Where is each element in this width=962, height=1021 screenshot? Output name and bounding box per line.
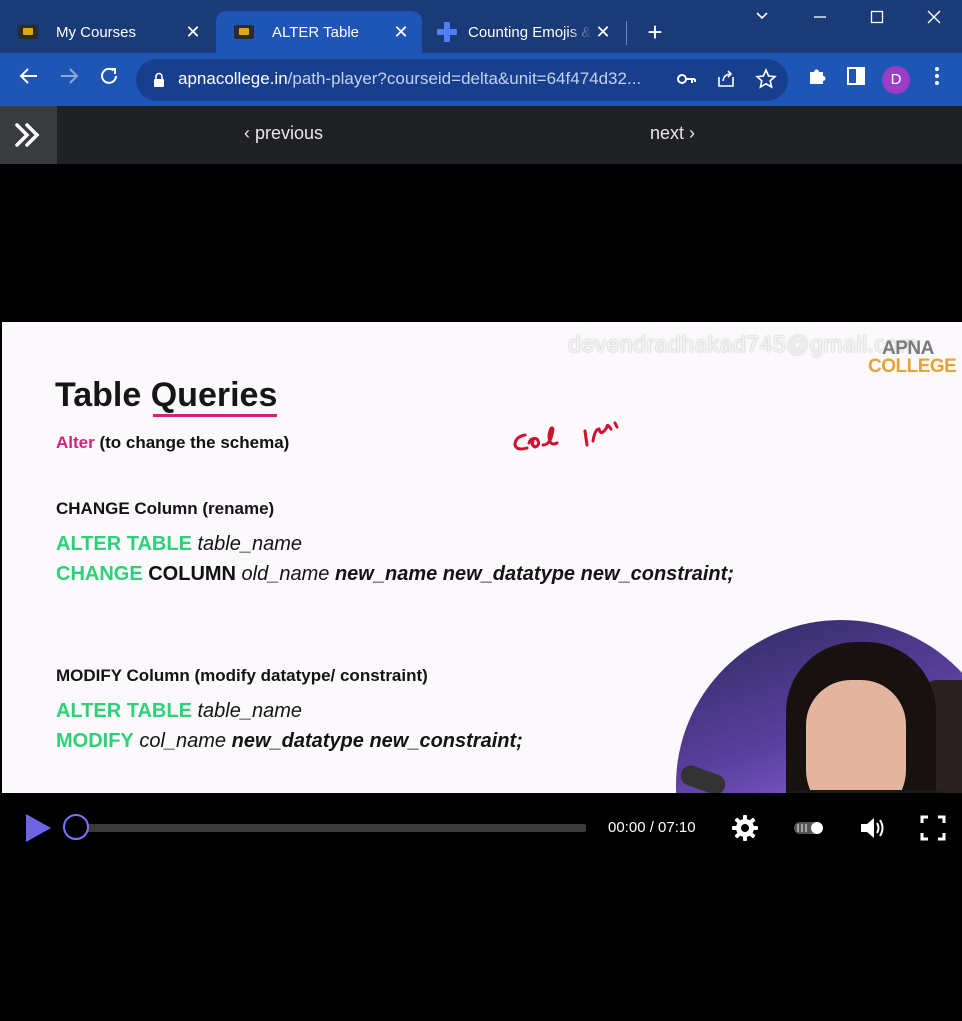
apna-college-logo-sub: COLLEGE <box>868 356 957 377</box>
profile-avatar[interactable]: D <box>882 66 910 94</box>
code-bold-italic: new_datatype new_constraint; <box>226 730 523 752</box>
tab-close-icon[interactable]: ✕ <box>592 22 614 43</box>
webcam-microphone <box>677 762 729 793</box>
code-italic: table_name <box>191 533 302 555</box>
lock-icon[interactable] <box>150 71 168 89</box>
settings-gear-icon[interactable] <box>730 813 760 843</box>
close-window-icon[interactable] <box>920 6 948 34</box>
code-italic: col_name <box>133 730 227 752</box>
code-keyword: MODIFY <box>56 730 134 752</box>
code-bold: COLUMN <box>142 563 236 585</box>
tab-counting-emojis[interactable]: Counting Emojis & ✕ <box>424 11 624 53</box>
handwritten-annotation <box>513 421 619 451</box>
tab-title: Counting Emojis & <box>468 23 592 41</box>
tab-search-icon[interactable] <box>748 6 776 34</box>
previous-link[interactable]: ‹ previous <box>244 123 323 144</box>
reload-icon[interactable] <box>94 65 124 95</box>
bookmark-star-icon[interactable] <box>754 67 778 92</box>
slide-title-plain: Table <box>55 376 151 414</box>
key-icon[interactable] <box>674 68 698 92</box>
browser-toolbar: apnacollege.in/path-player?courseid=delt… <box>0 53 962 106</box>
course-nav-bar: ‹ previous next › <box>0 106 962 164</box>
play-button[interactable] <box>24 813 52 843</box>
video-player[interactable]: devendradhakad745@gmail.com APNA COLLEGE… <box>0 164 962 1021</box>
seek-thumb[interactable] <box>63 814 89 840</box>
volume-icon[interactable] <box>858 813 888 843</box>
share-icon[interactable] <box>714 68 738 92</box>
modify-column-heading: MODIFY Column (modify datatype/ constrai… <box>56 666 428 685</box>
fullscreen-icon[interactable] <box>918 813 948 843</box>
modify-code-line-2: MODIFY col_name new_datatype new_constra… <box>56 730 523 753</box>
tab-alter-table[interactable]: ALTER Table ✕ <box>216 11 422 53</box>
player-controls: 00:00 / 07:10 <box>0 793 962 863</box>
more-menu-icon[interactable] <box>922 65 952 95</box>
forward-arrow-icon[interactable] <box>54 65 84 95</box>
tab-my-courses[interactable]: My Courses ✕ <box>0 11 214 53</box>
code-keyword: ALTER TABLE <box>56 533 192 555</box>
code-bold-italic: new_name new_datatype new_constraint; <box>329 563 734 585</box>
tab-title: ALTER Table <box>272 23 359 41</box>
side-panel-icon[interactable] <box>841 65 871 95</box>
autoplay-toggle-icon[interactable] <box>792 813 826 843</box>
code-italic: table_name <box>191 700 302 722</box>
next-label: next <box>650 123 685 143</box>
slide-title: Table Queries <box>55 376 277 415</box>
slide-title-underlined: Queries <box>150 376 278 414</box>
watermark-email: devendradhakad745@gmail.com <box>568 331 920 357</box>
apna-college-favicon-icon <box>234 25 254 39</box>
tab-close-icon[interactable]: ✕ <box>182 22 204 43</box>
minimize-icon[interactable] <box>806 6 834 34</box>
change-code-line-1: ALTER TABLE table_name <box>56 533 302 556</box>
next-link[interactable]: next › <box>650 123 695 144</box>
change-code-line-2: CHANGE COLUMN old_name new_name new_data… <box>56 563 734 586</box>
video-frame: devendradhakad745@gmail.com APNA COLLEGE… <box>2 322 962 793</box>
code-keyword: CHANGE <box>56 563 143 585</box>
alter-description: Alter (to change the schema) <box>56 433 289 453</box>
alter-desc-text: (to change the schema) <box>94 433 290 452</box>
back-arrow-icon[interactable] <box>14 65 44 95</box>
url-path: /path-player?courseid=delta&unit=64f474d… <box>287 69 642 88</box>
tab-strip: My Courses ✕ ALTER Table ✕ Counting Emoj… <box>0 0 962 53</box>
instructor-webcam <box>676 620 962 793</box>
extensions-puzzle-icon[interactable] <box>802 65 832 95</box>
maximize-icon[interactable] <box>863 6 891 34</box>
chevron-right-icon: › <box>689 123 696 143</box>
url-text[interactable]: apnacollege.in/path-player?courseid=delt… <box>178 69 668 89</box>
apna-college-favicon-icon <box>18 25 38 39</box>
change-column-heading: CHANGE Column (rename) <box>56 499 275 518</box>
previous-label: previous <box>255 123 324 143</box>
alter-keyword: Alter <box>56 433 95 452</box>
plus-favicon-icon <box>436 21 458 43</box>
webcam-face <box>806 680 906 793</box>
address-bar[interactable]: apnacollege.in/path-player?courseid=delt… <box>136 59 788 101</box>
tab-close-icon[interactable]: ✕ <box>390 22 412 43</box>
code-keyword: ALTER TABLE <box>56 700 192 722</box>
code-italic: old_name <box>236 563 330 585</box>
tab-title: My Courses <box>56 23 137 41</box>
expand-sidebar-button[interactable] <box>0 106 57 164</box>
seek-bar[interactable] <box>76 824 586 832</box>
modify-code-line-1: ALTER TABLE table_name <box>56 700 302 723</box>
tab-separator <box>626 21 627 45</box>
url-host: apnacollege.in <box>178 69 288 88</box>
time-display: 00:00 / 07:10 <box>608 819 696 836</box>
new-tab-button[interactable]: + <box>642 18 668 46</box>
chevron-left-icon: ‹ <box>244 123 250 143</box>
